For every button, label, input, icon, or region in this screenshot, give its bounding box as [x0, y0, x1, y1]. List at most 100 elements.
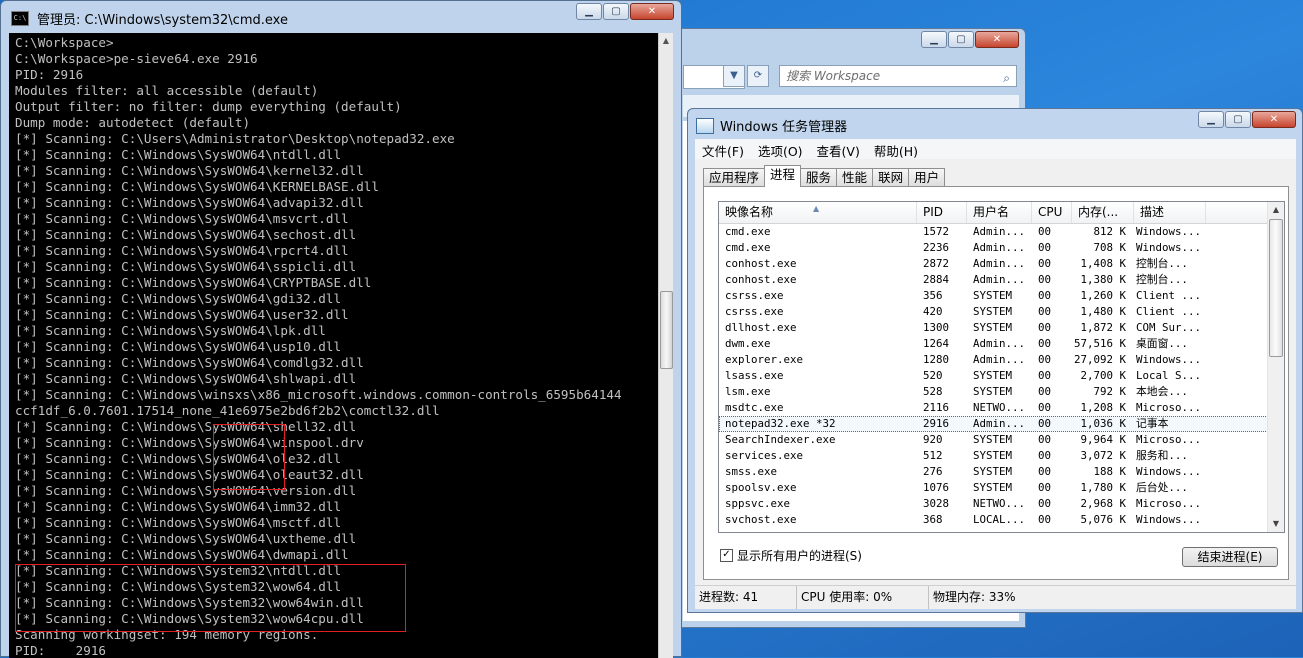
table-cell: 00: [1038, 241, 1052, 254]
table-cell: 00: [1038, 385, 1052, 398]
table-row[interactable]: cmd.exe 2236 Admin... 00 708 K Windows...: [719, 240, 1284, 256]
table-row[interactable]: smss.exe 276 SYSTEM 00 188 K Windows...: [719, 464, 1284, 480]
table-cell: 1,408 K: [1080, 257, 1126, 270]
table-cell: explorer.exe: [725, 353, 804, 366]
scroll-down-icon[interactable]: ▼: [1268, 516, 1284, 532]
table-cell: 00: [1038, 513, 1052, 526]
table-row[interactable]: conhost.exe 2872 Admin... 00 1,408 K 控制台...: [719, 256, 1284, 272]
table-row[interactable]: csrss.exe 420 SYSTEM 00 1,480 K Client ...: [719, 304, 1284, 320]
close-button[interactable]: ✕: [1252, 111, 1296, 128]
table-row[interactable]: explorer.exe 1280 Admin... 00 27,092 K Window…: [719, 352, 1284, 368]
table-cell: Admin...: [973, 257, 1026, 270]
process-list-scrollbar[interactable]: ▲ ▼: [1267, 202, 1284, 532]
table-cell: 桌面窗...: [1136, 337, 1188, 350]
table-cell: Client ...: [1136, 289, 1202, 302]
minimize-button[interactable]: ▁: [1198, 111, 1224, 128]
tab-2[interactable]: 进程: [764, 165, 802, 187]
column-header[interactable]: 用户名: [967, 202, 1032, 223]
table-cell: dllhost.exe: [725, 321, 797, 334]
tab-4[interactable]: 性能: [836, 168, 874, 187]
table-cell: 2,968 K: [1080, 497, 1126, 510]
close-button[interactable]: ✕: [975, 31, 1019, 48]
table-cell: Microso...: [1136, 401, 1202, 414]
process-list[interactable]: 映像名称 ▲ PID 用户名 CPU 内存(... 描述 cmd.exe 1572 Admin.…: [718, 201, 1285, 533]
refresh-icon[interactable]: ⟳: [747, 65, 769, 87]
table-cell: 00: [1038, 417, 1052, 430]
close-button[interactable]: ✕: [630, 3, 674, 20]
table-row[interactable]: sppsvc.exe 3028 NETWO... 00 2,968 K Microso..…: [719, 496, 1284, 512]
tab-5[interactable]: 联网: [872, 168, 910, 187]
table-cell: 00: [1038, 449, 1052, 462]
table-cell: 920: [923, 433, 943, 446]
table-cell: 3028: [923, 497, 950, 510]
table-cell: notepad32.exe *32: [725, 417, 836, 430]
menu-item[interactable]: 帮助(H): [867, 139, 925, 159]
search-input[interactable]: 搜索 Workspace ⌕: [779, 65, 1017, 87]
console-scrollbar[interactable]: ▲: [658, 33, 673, 658]
address-dropdown-icon[interactable]: ▼: [723, 65, 745, 87]
table-cell: spoolsv.exe: [725, 481, 797, 494]
task-manager-window[interactable]: Windows 任务管理器 ▁ ▢ ✕ 文件(F) 选项(O) 查看(V) 帮助(H)…: [687, 108, 1303, 613]
scroll-up-icon[interactable]: ▲: [1268, 202, 1284, 218]
table-row[interactable]: services.exe 512 SYSTEM 00 3,072 K 服务和...: [719, 448, 1284, 464]
process-list-header: 映像名称 ▲ PID 用户名 CPU 内存(... 描述: [719, 202, 1284, 224]
table-cell: 00: [1038, 497, 1052, 510]
table-row[interactable]: lsass.exe 520 SYSTEM 00 2,700 K Local S...: [719, 368, 1284, 384]
console-output[interactable]: C:\Workspace> C:\Workspace>pe-sieve64.ex…: [9, 33, 659, 658]
end-process-button[interactable]: 结束进程(E): [1182, 547, 1278, 567]
table-cell: 27,092 K: [1073, 353, 1126, 366]
table-cell: SYSTEM: [973, 369, 1013, 382]
table-cell: SYSTEM: [973, 321, 1013, 334]
maximize-button[interactable]: ▢: [948, 31, 974, 48]
table-cell: 00: [1038, 225, 1052, 238]
menu-item[interactable]: 查看(V): [810, 139, 867, 159]
column-header[interactable]: 内存(...: [1072, 202, 1134, 223]
table-cell: NETWO...: [973, 401, 1026, 414]
table-cell: SYSTEM: [973, 305, 1013, 318]
table-row[interactable]: msdtc.exe 2116 NETWO... 00 1,208 K Microso...: [719, 400, 1284, 416]
table-cell: 1,260 K: [1080, 289, 1126, 302]
tab-6[interactable]: 用户: [908, 168, 946, 187]
table-cell: 后台处...: [1136, 481, 1188, 494]
taskmgr-client: 应用程序 进程 服务 性能 联网 用户 映像名称 ▲ PID 用户名 CPU 内存(... 描述 cm…: [695, 159, 1296, 585]
table-row[interactable]: lsm.exe 528 SYSTEM 00 792 K 本地会...: [719, 384, 1284, 400]
show-all-users-checkbox[interactable]: ✓ 显示所有用户的进程(S): [720, 547, 862, 564]
table-cell: Windows...: [1136, 465, 1202, 478]
table-row[interactable]: dllhost.exe 1300 SYSTEM 00 1,872 K COM Sur...: [719, 320, 1284, 336]
table-row[interactable]: svchost.exe 368 LOCAL... 00 5,076 K Windows..…: [719, 512, 1284, 528]
cmd-window[interactable]: C:\ 管理员: C:\Windows\system32\cmd.exe ▁ ▢…: [0, 0, 682, 658]
column-header[interactable]: CPU: [1032, 202, 1072, 223]
scroll-thumb[interactable]: [660, 291, 673, 369]
scroll-thumb[interactable]: [1269, 219, 1283, 357]
column-header[interactable]: 映像名称 ▲: [719, 202, 917, 223]
minimize-button[interactable]: ▁: [576, 3, 602, 20]
table-cell: COM Sur...: [1136, 321, 1202, 334]
maximize-button[interactable]: ▢: [603, 3, 629, 20]
table-cell: 520: [923, 369, 943, 382]
status-physical-memory: 物理内存: 33%: [933, 590, 1016, 604]
table-row[interactable]: dwm.exe 1264 Admin... 00 57,516 K 桌面窗...: [719, 336, 1284, 352]
tab-1[interactable]: 应用程序: [703, 168, 766, 187]
scroll-up-icon[interactable]: ▲: [659, 33, 673, 49]
column-header[interactable]: PID: [917, 202, 967, 223]
menu-item[interactable]: 选项(O): [751, 139, 810, 159]
table-cell: 1264: [923, 337, 950, 350]
column-header[interactable]: 描述: [1134, 202, 1206, 223]
table-cell: conhost.exe: [725, 257, 797, 270]
maximize-button[interactable]: ▢: [1225, 111, 1251, 128]
table-row[interactable]: cmd.exe 1572 Admin... 00 812 K Windows...: [719, 224, 1284, 240]
table-row[interactable]: csrss.exe 356 SYSTEM 00 1,260 K Client ...: [719, 288, 1284, 304]
table-row[interactable]: conhost.exe 2884 Admin... 00 1,380 K 控制台...: [719, 272, 1284, 288]
checkbox-checked-icon[interactable]: ✓: [720, 549, 733, 562]
table-cell: Windows...: [1136, 225, 1202, 238]
table-cell: 420: [923, 305, 943, 318]
menu-item[interactable]: 文件(F): [695, 139, 751, 159]
table-cell: 2884: [923, 273, 950, 286]
table-row[interactable]: notepad32.exe *32 2916 Admin... 00 1,036 K 记事…: [719, 416, 1284, 432]
table-row[interactable]: spoolsv.exe 1076 SYSTEM 00 1,780 K 后台处...: [719, 480, 1284, 496]
table-row[interactable]: SearchIndexer.exe 920 SYSTEM 00 9,964 K Micro…: [719, 432, 1284, 448]
tab-3[interactable]: 服务: [800, 168, 838, 187]
tab-strip: 应用程序 进程 服务 性能 联网 用户: [703, 165, 946, 187]
minimize-button[interactable]: ▁: [921, 31, 947, 48]
table-cell: SearchIndexer.exe: [725, 433, 836, 446]
